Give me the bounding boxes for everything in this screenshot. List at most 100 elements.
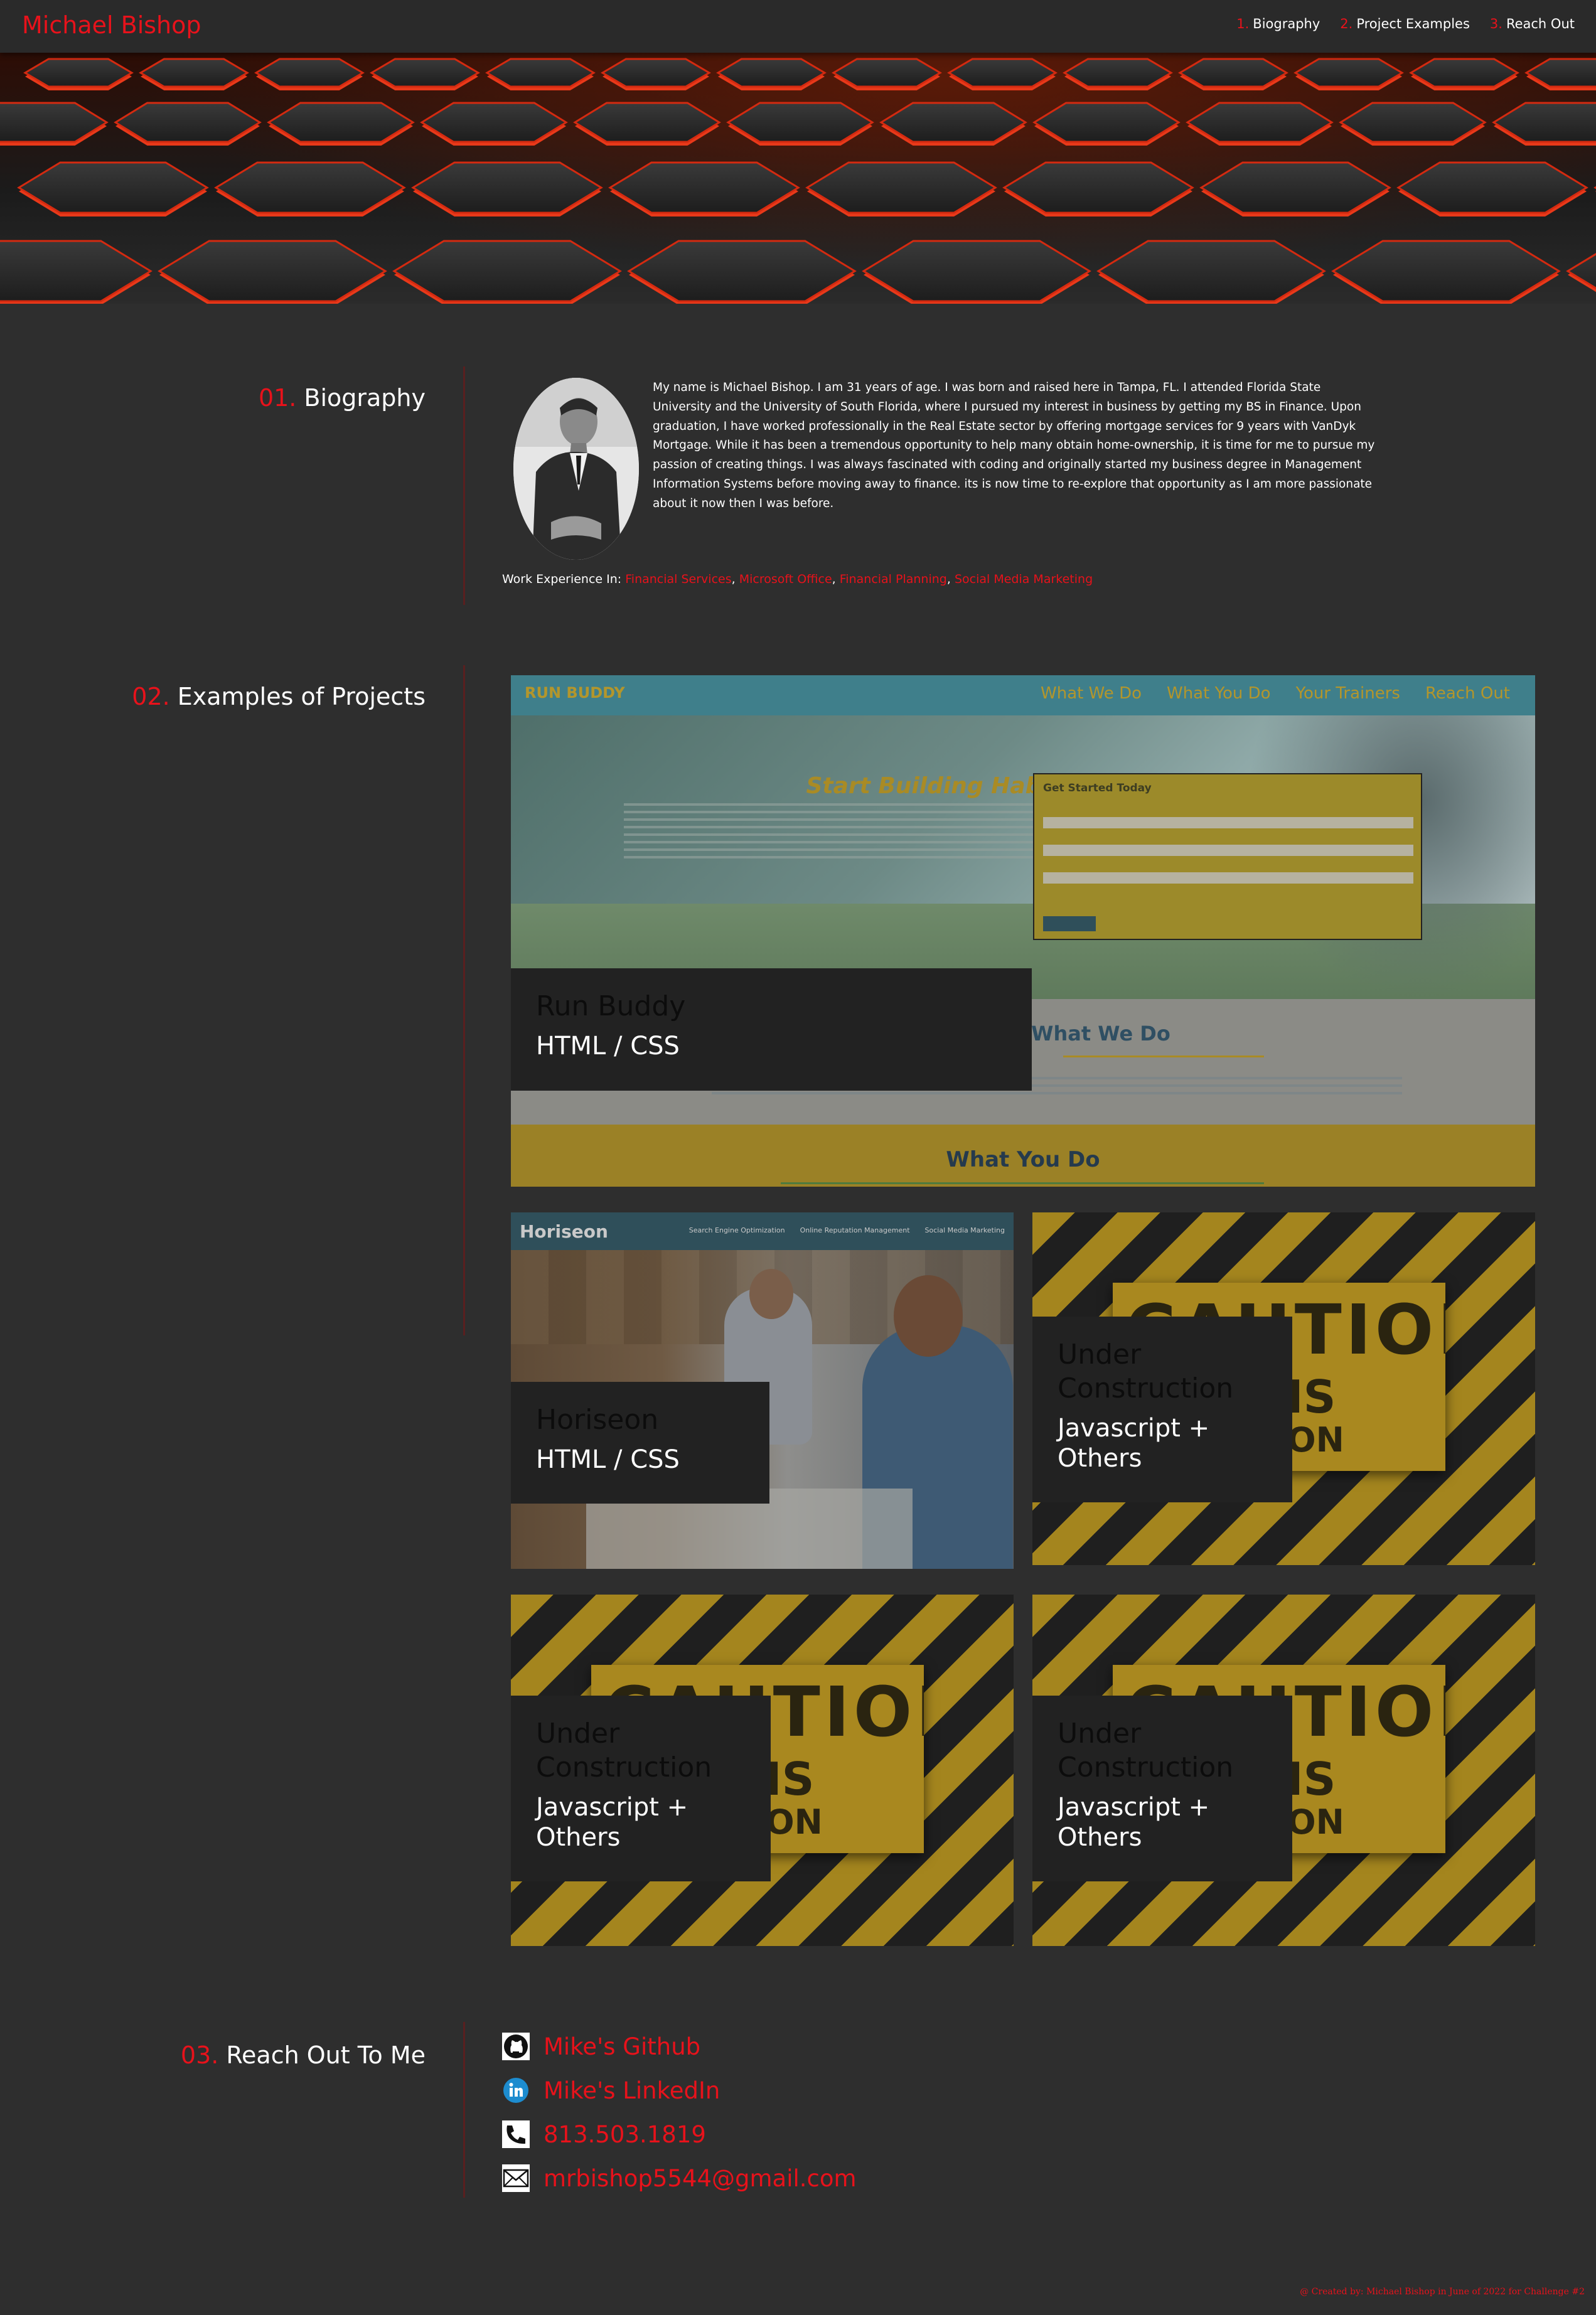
nav-label: Reach Out bbox=[1506, 16, 1575, 31]
nav-number: 3. bbox=[1489, 16, 1502, 31]
brand-link[interactable]: Michael Bishop bbox=[22, 11, 201, 39]
biography-divider bbox=[463, 366, 465, 605]
work-item-financial-planning[interactable]: Financial Planning bbox=[840, 572, 947, 586]
footer-credit: @ Created by: Michael Bishop in June of … bbox=[1300, 2287, 1585, 2297]
site-header: Michael Bishop 1. Biography 2. Project Exa… bbox=[0, 0, 1596, 53]
nav-number: 1. bbox=[1236, 16, 1250, 31]
run-buddy-form: Get Started Today bbox=[1033, 773, 1422, 940]
hexagon-tile bbox=[370, 58, 480, 88]
hexagon-tile bbox=[23, 58, 134, 88]
project-card-under-construction-3[interactable]: CAUTION BSITE IS STRUCTION Under Constru… bbox=[1032, 1595, 1535, 1946]
hexagon-tile bbox=[879, 102, 1027, 143]
nav-label: Biography bbox=[1253, 16, 1320, 31]
hexagon-tile bbox=[1186, 102, 1334, 143]
hexagon-tile bbox=[1063, 58, 1173, 88]
contact-item-linkedin: Mike's LinkedIn bbox=[502, 2068, 857, 2112]
main-nav: 1. Biography 2. Project Examples 3. Reach O… bbox=[1236, 16, 1575, 31]
work-item-microsoft-office[interactable]: Microsoft Office bbox=[739, 572, 832, 586]
linkedin-icon bbox=[502, 2077, 530, 2104]
section-title-text: Examples of Projects bbox=[177, 683, 426, 710]
horiseon-logo: Horiseon bbox=[520, 1221, 608, 1242]
section-number: 02. bbox=[132, 683, 170, 710]
hexagon-tile bbox=[1096, 240, 1326, 302]
horiseon-nav-item: Search Engine Optimization bbox=[688, 1226, 785, 1234]
contact-item-github: Mike's Github bbox=[502, 2024, 857, 2068]
hexagon-tile bbox=[158, 240, 387, 302]
project-tech: Javascript + Others bbox=[1058, 1793, 1210, 1852]
github-link[interactable]: Mike's Github bbox=[544, 2033, 700, 2060]
work-experience: Work Experience In: Financial Services, … bbox=[502, 572, 1093, 586]
hexagon-tile bbox=[1339, 102, 1487, 143]
project-card-horiseon[interactable]: Horiseon Search Engine Optimization Onli… bbox=[511, 1212, 1014, 1569]
run-buddy-nav-item: Reach Out bbox=[1425, 684, 1510, 703]
hexagon-tile bbox=[601, 58, 711, 88]
project-card-label: Under Construction Javascript + Others bbox=[1032, 1317, 1292, 1502]
run-buddy-nav: What We Do What You Do Your Trainers Rea… bbox=[1041, 684, 1510, 703]
hexagon-tile bbox=[716, 58, 827, 88]
hexagon-tile bbox=[254, 58, 365, 88]
run-buddy-logo: RUN BUDDY bbox=[525, 684, 625, 702]
email-link[interactable]: mrbishop5544@gmail.com bbox=[544, 2165, 857, 2192]
phone-link[interactable]: 813.503.1819 bbox=[544, 2121, 706, 2148]
hexagon-tile bbox=[805, 161, 997, 214]
project-card-under-construction-1[interactable]: CAUTION BSITE IS STRUCTION Under Constru… bbox=[1032, 1212, 1535, 1565]
email-icon bbox=[502, 2164, 530, 2192]
hexagon-tile bbox=[17, 161, 209, 214]
hexagon-tile bbox=[1409, 58, 1519, 88]
hexagon-tile bbox=[214, 161, 406, 214]
profile-photo bbox=[513, 378, 639, 560]
run-buddy-section-heading: What You Do bbox=[946, 1147, 1100, 1172]
hexagon-tile bbox=[392, 240, 622, 302]
hexagon-tile bbox=[411, 161, 603, 214]
project-card-label: Under Construction Javascript + Others bbox=[1032, 1696, 1292, 1881]
hexagon-tile bbox=[485, 58, 596, 88]
hexagon-tile bbox=[139, 58, 249, 88]
hexagon-tile bbox=[420, 102, 568, 143]
project-card-label: Horiseon HTML / CSS bbox=[511, 1382, 769, 1504]
nav-reach-out[interactable]: 3. Reach Out bbox=[1490, 16, 1575, 31]
nav-project-examples[interactable]: 2. Project Examples bbox=[1340, 16, 1470, 31]
hexagon-tile bbox=[832, 58, 942, 88]
section-number: 03. bbox=[180, 2041, 219, 2069]
section-title-text: Reach Out To Me bbox=[226, 2041, 426, 2069]
run-buddy-what-you-do: What You Do bbox=[511, 1125, 1535, 1187]
hexagon-tile bbox=[573, 102, 721, 143]
hexagon-tile bbox=[608, 161, 800, 214]
project-card-label: Under Construction Javascript + Others bbox=[511, 1696, 771, 1881]
work-item-social-media-marketing[interactable]: Social Media Marketing bbox=[955, 572, 1093, 586]
hexagon-tile bbox=[0, 102, 109, 143]
projects-divider bbox=[463, 665, 465, 1335]
linkedin-link[interactable]: Mike's LinkedIn bbox=[544, 2077, 720, 2104]
hexagon-tile bbox=[114, 102, 262, 143]
horiseon-nav: Search Engine Optimization Online Reputa… bbox=[689, 1226, 1005, 1234]
hexagon-tile bbox=[0, 240, 153, 302]
project-card-run-buddy[interactable]: RUN BUDDY What We Do What You Do Your Tr… bbox=[511, 675, 1535, 1187]
biography-heading: 01. Biography bbox=[259, 384, 426, 412]
work-item-financial-services[interactable]: Financial Services bbox=[625, 572, 731, 586]
hexagon-tile bbox=[862, 240, 1091, 302]
run-buddy-headline: Start Building Habits. bbox=[806, 773, 1082, 799]
run-buddy-form-title: Get Started Today bbox=[1043, 782, 1152, 794]
hexagon-tile bbox=[1199, 161, 1391, 214]
hexagon-tile bbox=[1002, 161, 1194, 214]
contact-list: Mike's Github Mike's LinkedIn 813.503.18… bbox=[502, 2024, 857, 2200]
project-tech: Javascript + Others bbox=[1058, 1414, 1210, 1473]
run-buddy-nav-item: What You Do bbox=[1167, 684, 1271, 703]
run-buddy-nav-item: Your Trainers bbox=[1295, 684, 1400, 703]
biography-text: My name is Michael Bishop. I am 31 years… bbox=[653, 381, 1375, 510]
phone-icon bbox=[502, 2120, 530, 2148]
run-buddy-screenshot: RUN BUDDY What We Do What You Do Your Tr… bbox=[511, 675, 1535, 1187]
contact-item-email: mrbishop5544@gmail.com bbox=[502, 2156, 857, 2200]
contact-divider bbox=[463, 2022, 465, 2198]
hexagon-tile bbox=[947, 58, 1058, 88]
hexagon-tile bbox=[1178, 58, 1288, 88]
hexagon-tile bbox=[1293, 58, 1404, 88]
project-card-under-construction-2[interactable]: CAUTION BSITE IS STRUCTION Under Constru… bbox=[511, 1595, 1014, 1946]
horiseon-nav-item: Social Media Marketing bbox=[924, 1226, 1005, 1234]
section-number: 01. bbox=[258, 384, 297, 412]
run-buddy-nav-item: What We Do bbox=[1041, 684, 1142, 703]
horiseon-nav-item: Online Reputation Management bbox=[800, 1226, 910, 1234]
run-buddy-hero: Start Building Habits. Get Started Today bbox=[511, 715, 1535, 999]
nav-label: Project Examples bbox=[1356, 16, 1470, 31]
nav-biography[interactable]: 1. Biography bbox=[1236, 16, 1320, 31]
